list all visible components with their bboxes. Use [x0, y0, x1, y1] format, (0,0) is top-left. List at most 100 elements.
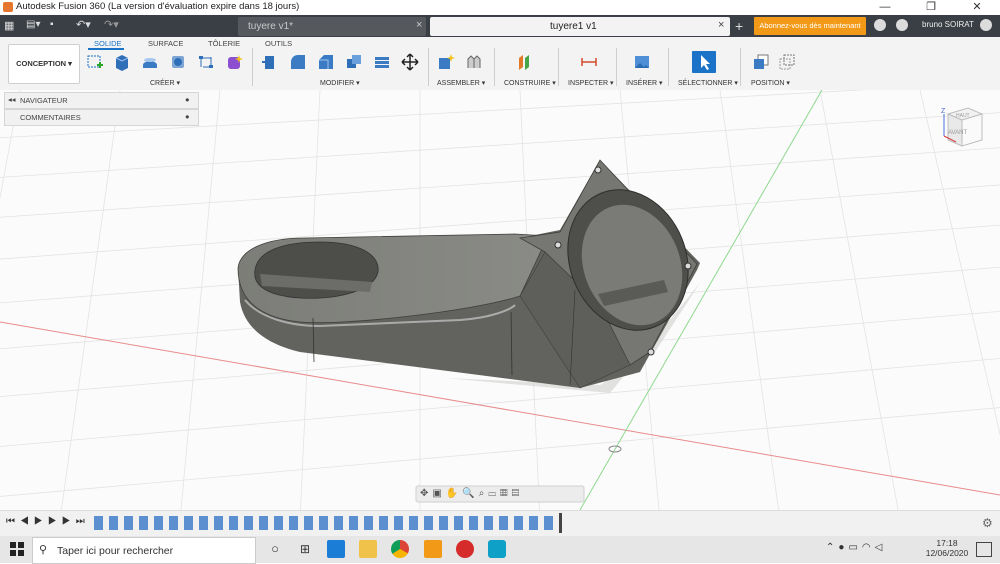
- tab-close-icon[interactable]: ×: [718, 19, 724, 31]
- step-back-icon[interactable]: ◀: [20, 516, 34, 527]
- cursor-arrow-icon: [701, 55, 710, 70]
- tab-solide[interactable]: SOLIDE: [94, 39, 122, 48]
- file-menu-icon[interactable]: ▤▾: [26, 19, 42, 31]
- construct-group-label[interactable]: CONSTRUIRE ▾: [504, 79, 556, 87]
- play-icon[interactable]: ▶: [34, 516, 48, 527]
- tab-tuyere-v1[interactable]: tuyere v1* ×: [238, 17, 426, 36]
- timeline-features[interactable]: [94, 516, 559, 530]
- windows-start-icon[interactable]: [10, 542, 24, 556]
- job-status-icon[interactable]: [874, 19, 886, 31]
- go-to-end-icon[interactable]: ⏭: [76, 516, 90, 527]
- clock-time: 17:18: [936, 538, 958, 548]
- comments-panel-header[interactable]: COMMENTAIRES ●: [4, 109, 199, 126]
- fusion-360-taskbar-icon[interactable]: [424, 540, 442, 558]
- search-icon: ⚲: [39, 544, 48, 556]
- new-component-icon[interactable]: [437, 53, 455, 71]
- clock-date: 12/06/2020: [925, 548, 969, 558]
- modify-group-label[interactable]: MODIFIER ▾: [320, 79, 360, 87]
- 3d-viewport[interactable]: [0, 90, 1000, 510]
- offset-plane-icon[interactable]: [516, 53, 534, 71]
- extrude-icon[interactable]: [113, 53, 131, 71]
- close-button[interactable]: ✕: [954, 0, 1000, 15]
- step-forward-icon[interactable]: ▶▶: [48, 516, 76, 527]
- tab-tuyere1-v1[interactable]: tuyere1 v1 ×: [430, 17, 730, 36]
- position-group-label[interactable]: POSITION ▾: [751, 79, 790, 87]
- show-hidden-icons-chevron-icon[interactable]: ⌃: [826, 542, 838, 553]
- chrome-icon[interactable]: [391, 540, 409, 558]
- volume-icon[interactable]: ◁: [875, 542, 887, 553]
- task-view-icon[interactable]: ⊞: [296, 540, 314, 558]
- ime-icon[interactable]: ▭: [848, 542, 861, 553]
- insert-group-label[interactable]: INSÉRER ▾: [626, 79, 663, 87]
- mail-icon[interactable]: [327, 540, 345, 558]
- timeline-marker[interactable]: [559, 513, 562, 533]
- grid-settings-icon[interactable]: ▦: [500, 488, 512, 499]
- collapse-arrow-icon[interactable]: ◂◂: [8, 95, 16, 104]
- fit-icon[interactable]: ⌕: [479, 488, 489, 499]
- insert-image-icon[interactable]: [633, 53, 651, 71]
- tab-outils[interactable]: OUTILS: [265, 39, 292, 48]
- navigator-options-icon[interactable]: ●: [185, 95, 190, 104]
- go-to-start-icon[interactable]: ⏮: [6, 516, 20, 527]
- sweep-icon[interactable]: [169, 53, 187, 71]
- tab-tolerie[interactable]: TÔLERIE: [208, 39, 240, 48]
- orbit-icon[interactable]: ✥: [420, 488, 432, 499]
- cura-app-icon[interactable]: [488, 540, 506, 558]
- redo-icon[interactable]: ↷▾: [104, 18, 119, 31]
- viewports-icon[interactable]: ▤: [512, 488, 524, 499]
- taskbar-search-box[interactable]: ⚲ Taper ici pour rechercher: [32, 537, 256, 564]
- combine-icon[interactable]: [373, 53, 391, 71]
- wifi-icon[interactable]: ◠: [862, 542, 875, 553]
- nozzle-3d-model[interactable]: [237, 159, 709, 393]
- move-icon[interactable]: [401, 53, 419, 71]
- subscribe-button[interactable]: Abonnez-vous dès maintenant: [754, 17, 866, 35]
- chamfer-icon[interactable]: [317, 53, 335, 71]
- canvas-scene[interactable]: [0, 90, 1000, 510]
- defender-icon[interactable]: ●: [838, 542, 848, 553]
- measure-icon[interactable]: [580, 53, 598, 71]
- press-pull-icon[interactable]: [261, 53, 279, 71]
- navigator-label: NAVIGATEUR: [20, 96, 68, 105]
- navigator-panel-header[interactable]: ◂◂ NAVIGATEUR ●: [4, 92, 199, 109]
- zoom-icon[interactable]: 🔍: [462, 488, 478, 499]
- cortana-circle-icon[interactable]: ○: [266, 540, 284, 558]
- fusion-app-icon: [3, 2, 13, 12]
- revolve-icon[interactable]: [141, 53, 159, 71]
- capture-position-icon[interactable]: [752, 53, 770, 71]
- select-tool-button[interactable]: [692, 51, 716, 73]
- workspace-switcher[interactable]: CONCEPTION ▾: [8, 44, 80, 84]
- loft-icon[interactable]: [197, 53, 215, 71]
- new-tab-icon[interactable]: +: [735, 18, 749, 34]
- taskbar-clock[interactable]: 17:18 12/06/2020: [925, 538, 969, 558]
- maximize-button[interactable]: ❐: [908, 0, 954, 15]
- primitive-form-icon[interactable]: [225, 53, 243, 71]
- tab-close-icon[interactable]: ×: [416, 19, 422, 31]
- select-group-label[interactable]: SÉLECTIONNER ▾: [678, 79, 738, 87]
- pdf-app-icon[interactable]: [456, 540, 474, 558]
- notifications-clock-icon[interactable]: [896, 19, 908, 31]
- pan-icon[interactable]: ✋: [446, 488, 462, 499]
- file-explorer-icon[interactable]: [359, 540, 377, 558]
- undo-icon[interactable]: ↶▾: [76, 18, 91, 31]
- minimize-button[interactable]: —: [862, 0, 908, 15]
- create-group-label[interactable]: CRÉER ▾: [150, 79, 180, 87]
- tab-surface[interactable]: SURFACE: [148, 39, 183, 48]
- user-name[interactable]: bruno SOIRAT: [922, 20, 974, 29]
- display-settings-icon[interactable]: ▭: [488, 488, 500, 499]
- data-panel-grid-icon[interactable]: ▦: [4, 19, 16, 32]
- comments-add-icon[interactable]: ●: [185, 112, 190, 121]
- revert-position-icon[interactable]: [778, 53, 796, 71]
- action-center-icon[interactable]: [976, 542, 992, 557]
- timeline-bar: ⏮◀▶▶▶⏭ ⚙: [0, 510, 1000, 536]
- joint-icon[interactable]: [465, 53, 483, 71]
- view-cube[interactable]: HAUT AVANT Z: [938, 104, 986, 152]
- fillet-icon[interactable]: [289, 53, 307, 71]
- save-icon[interactable]: ▪: [50, 19, 54, 30]
- inspect-group-label[interactable]: INSPECTER ▾: [568, 79, 614, 87]
- help-icon[interactable]: [980, 19, 992, 31]
- create-sketch-icon[interactable]: [86, 53, 104, 71]
- shell-icon[interactable]: [345, 53, 363, 71]
- timeline-settings-gear-icon[interactable]: ⚙: [982, 516, 993, 530]
- look-at-icon[interactable]: ▣: [432, 488, 445, 499]
- assemble-group-label[interactable]: ASSEMBLER ▾: [437, 79, 485, 87]
